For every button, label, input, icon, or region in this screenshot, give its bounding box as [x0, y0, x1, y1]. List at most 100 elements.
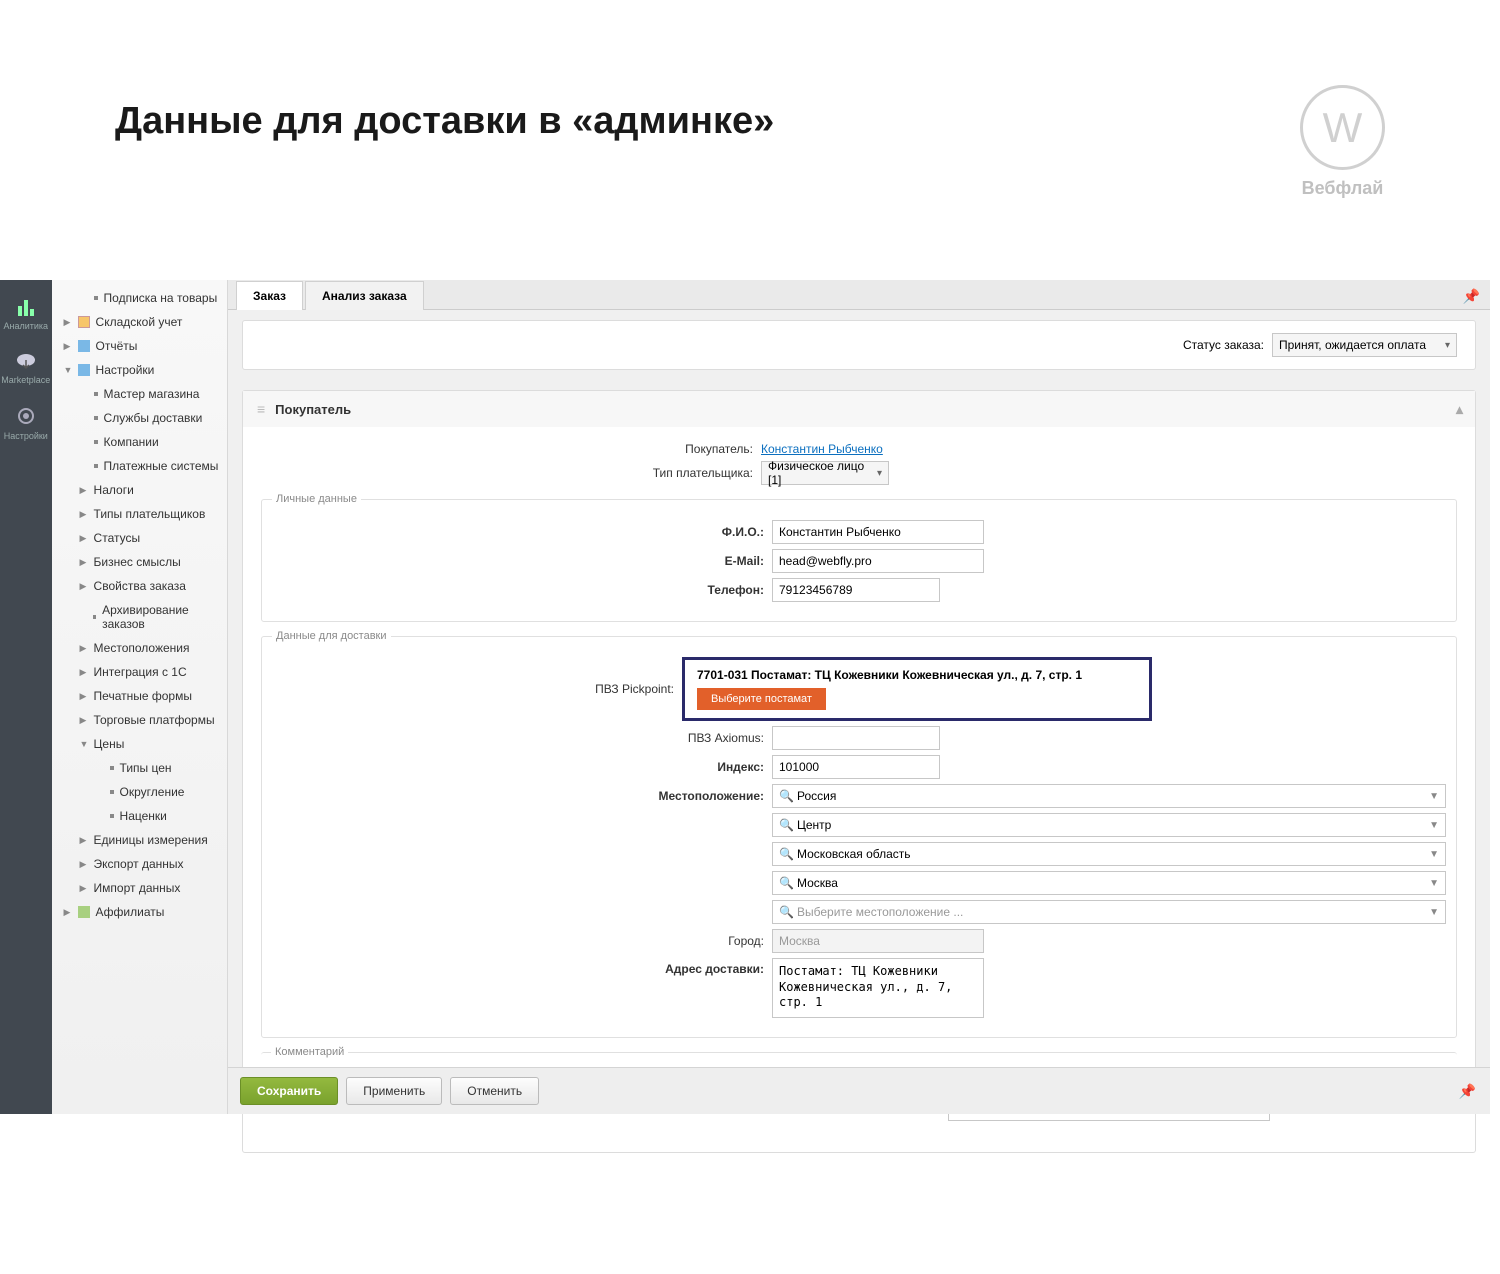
rail-settings[interactable]: Настройки [0, 396, 52, 452]
tree-arrow-icon: ▶ [80, 859, 88, 870]
main-content: Заказ Анализ заказа 📌 Статус заказа: При… [228, 280, 1490, 1114]
tree-item[interactable]: Типы цен [52, 756, 227, 780]
apply-button[interactable]: Применить [346, 1077, 442, 1105]
tree-item[interactable]: ▼Цены [52, 732, 227, 756]
tree-item[interactable]: Компании [52, 430, 227, 454]
module-icon [78, 906, 90, 918]
cancel-button[interactable]: Отменить [450, 1077, 539, 1105]
collapse-icon[interactable]: ▴ [1456, 401, 1463, 418]
tree-arrow-icon: ▶ [80, 533, 88, 544]
brand-name: Вебфлай [1300, 178, 1385, 199]
save-button[interactable]: Сохранить [240, 1077, 338, 1105]
tree-label: Подписка на товары [104, 291, 218, 305]
tree-item[interactable]: Мастер магазина [52, 382, 227, 406]
address-textarea[interactable] [772, 958, 984, 1018]
personal-legend: Личные данные [272, 493, 361, 505]
tree-item[interactable]: ▶Свойства заказа [52, 574, 227, 598]
tree-item[interactable]: ▶Импорт данных [52, 876, 227, 900]
tree-item[interactable]: ▶ Печатные формы [52, 684, 227, 708]
sidebar-tree[interactable]: Подписка на товары▶Складской учет▶Отчёты… [52, 280, 228, 1114]
bullet-icon [110, 766, 114, 770]
tree-label: Печатные формы [94, 689, 192, 703]
tree-item[interactable]: ▶Местоположения [52, 636, 227, 660]
tab-analysis[interactable]: Анализ заказа [305, 281, 424, 310]
payer-type-label: Тип плательщика: [261, 466, 761, 480]
bullet-icon [93, 615, 97, 619]
tree-item[interactable]: Подписка на товары [52, 286, 227, 310]
location-sub[interactable]: 🔍Выберите местоположение ...▼ [772, 900, 1446, 924]
location-region[interactable]: 🔍Центр▼ [772, 813, 1446, 837]
tree-label: Бизнес смыслы [94, 555, 181, 569]
panel-title: Покупатель [275, 402, 351, 417]
rail-label: Marketplace [1, 375, 50, 385]
tree-item[interactable]: Наценки [52, 804, 227, 828]
tree-arrow-icon: ▼ [80, 739, 88, 749]
tree-arrow-icon: ▶ [64, 907, 72, 918]
action-footer: Сохранить Применить Отменить 📌 [228, 1067, 1490, 1114]
tree-item[interactable]: ▶Отчёты [52, 334, 227, 358]
order-status-select[interactable]: Принят, ожидается оплата [1272, 333, 1457, 357]
delivery-legend: Данные для доставки [272, 630, 391, 642]
tree-item[interactable]: ▶Статусы [52, 526, 227, 550]
tree-label: Интеграция с 1С [94, 665, 187, 679]
tree-item[interactable]: ▼Настройки [52, 358, 227, 382]
location-country[interactable]: 🔍Россия▼ [772, 784, 1446, 808]
panel-body: Покупатель: Константин Рыбченко Тип плат… [243, 427, 1475, 1152]
tab-order[interactable]: Заказ [236, 281, 303, 310]
tree-item[interactable]: Службы доставки [52, 406, 227, 430]
tree-item[interactable]: ▶Налоги [52, 478, 227, 502]
tree-arrow-icon: ▶ [64, 317, 72, 328]
tree-item[interactable]: ▶Типы плательщиков [52, 502, 227, 526]
chevron-down-icon: ▼ [1429, 907, 1439, 918]
rail-marketplace[interactable]: Marketplace [0, 342, 52, 396]
pin-icon[interactable]: 📌 [1459, 1083, 1476, 1100]
bullet-icon [110, 814, 114, 818]
loc-value: Москва [797, 876, 838, 890]
burger-icon: ≡ [257, 401, 265, 417]
tree-item[interactable]: ▶Торговые платформы [52, 708, 227, 732]
tree-item[interactable]: ▶Аффилиаты [52, 900, 227, 924]
tree-item[interactable]: Архивирование заказов [52, 598, 227, 636]
tree-label: Свойства заказа [94, 579, 186, 593]
bullet-icon [110, 790, 114, 794]
admin-app: Аналитика Marketplace Настройки Подписка… [0, 280, 1490, 1114]
fio-input[interactable] [772, 520, 984, 544]
tree-label: Складской учет [96, 315, 183, 329]
phone-label: Телефон: [272, 583, 772, 597]
tree-item[interactable]: ▶Экспорт данных [52, 852, 227, 876]
tree-label: Округление [120, 785, 185, 799]
panel-header-buyer[interactable]: ≡ Покупатель ▴ [243, 391, 1475, 427]
rail-analytics[interactable]: Аналитика [0, 288, 52, 342]
tree-item[interactable]: Платежные системы [52, 454, 227, 478]
tree-item[interactable]: ▶ Складской учет [52, 310, 227, 334]
tree-label: Местоположения [94, 641, 190, 655]
tree-arrow-icon: ▶ [80, 691, 88, 702]
buyer-link[interactable]: Константин Рыбченко [761, 442, 883, 456]
email-input[interactable] [772, 549, 984, 573]
module-icon [78, 364, 90, 376]
choose-postamat-button[interactable]: Выберите постамат [697, 688, 826, 710]
tree-label: Мастер магазина [104, 387, 200, 401]
pin-icon[interactable]: 📌 [1463, 288, 1480, 305]
axiomus-label: ПВЗ Axiomus: [272, 731, 772, 745]
box-icon [78, 316, 90, 328]
phone-input[interactable] [772, 578, 940, 602]
bullet-icon [94, 464, 98, 468]
axiomus-input[interactable] [772, 726, 940, 750]
pickpoint-label: ПВЗ Pickpoint: [272, 682, 682, 696]
location-city[interactable]: 🔍Москва▼ [772, 871, 1446, 895]
tree-arrow-icon: ▼ [64, 365, 72, 375]
slide-title: Данные для доставки в «админке» [115, 100, 774, 143]
logo-letter: W [1323, 104, 1363, 152]
tree-label: Компании [104, 435, 159, 449]
payer-type-select[interactable]: Физическое лицо [1] [761, 461, 889, 485]
tree-item[interactable]: Округление [52, 780, 227, 804]
index-input[interactable] [772, 755, 940, 779]
tree-label: Отчёты [96, 339, 138, 353]
status-panel: Статус заказа: Принят, ожидается оплата [242, 320, 1476, 370]
tree-item[interactable]: ▶Бизнес смыслы [52, 550, 227, 574]
city-input[interactable] [772, 929, 984, 953]
tree-item[interactable]: ▶Интеграция с 1С [52, 660, 227, 684]
tree-item[interactable]: ▶Единицы измерения [52, 828, 227, 852]
location-area[interactable]: 🔍Московская область▼ [772, 842, 1446, 866]
